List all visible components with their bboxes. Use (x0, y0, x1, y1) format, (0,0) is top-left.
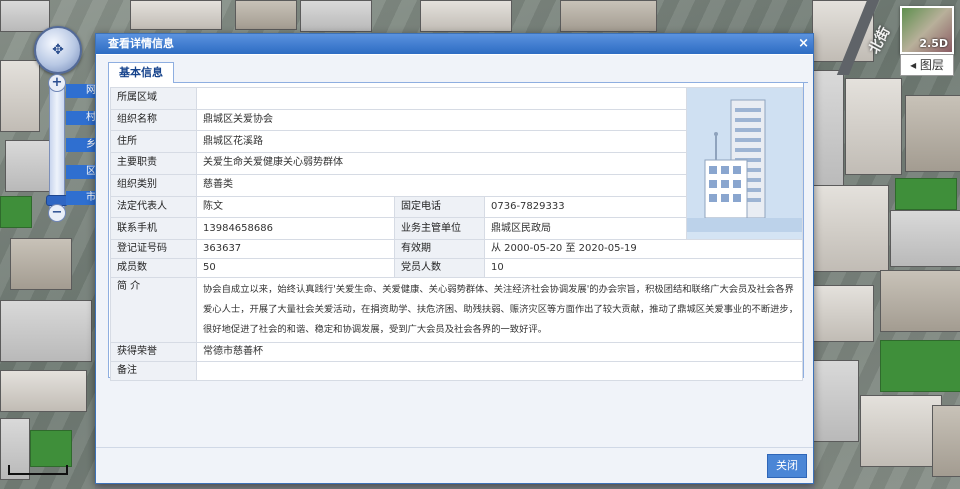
dialog-header[interactable]: 查看详情信息 × (96, 34, 813, 54)
field-label: 主要职责 (110, 152, 197, 175)
map-building (0, 60, 40, 132)
field-value: 鼎城区关爱协会 (195, 108, 688, 132)
table-row: 备注 (110, 361, 804, 381)
layer-button-label: 图层 (919, 58, 944, 72)
dialog-title: 查看详情信息 (108, 37, 174, 50)
field-label: 联系手机 (110, 217, 197, 240)
table-row: 登记证号码 363637 有效期 从 2000-05-20 至 2020-05-… (110, 239, 804, 259)
map-building (10, 238, 72, 290)
chevron-left-icon: ◂ (910, 58, 917, 72)
map-building (932, 405, 960, 477)
map-tree-area (895, 178, 957, 210)
field-value (195, 361, 804, 381)
map-building (5, 140, 52, 192)
field-label: 业务主管单位 (394, 217, 485, 240)
field-label: 所属区域 (110, 87, 197, 110)
field-value: 协会自成立以来，始终认真践行'关爱生命、关爱健康、关心弱势群体、关注经济社会协调… (195, 277, 804, 343)
field-label: 备注 (110, 361, 197, 381)
zoom-out-button[interactable]: − (48, 204, 66, 222)
map-building (880, 270, 960, 332)
detail-dialog: 查看详情信息 × 基本信息 所属区域 组织名称 鼎城区关爱协会 住所 鼎城区花溪… (95, 33, 814, 484)
map-building (905, 95, 960, 172)
field-value (195, 87, 688, 110)
table-row: 成员数 50 党员人数 10 (110, 258, 804, 278)
map-building (0, 300, 92, 362)
map-building (812, 285, 874, 342)
building-icon (687, 88, 802, 232)
zoom-in-button[interactable]: + (48, 74, 66, 92)
map-tree-area (30, 430, 72, 467)
compass-control[interactable]: ✥ (34, 26, 82, 74)
dialog-body: 基本信息 所属区域 组织名称 鼎城区关爱协会 住所 鼎城区花溪路 主要职责 关爱… (96, 55, 813, 447)
basic-info-panel: 所属区域 组织名称 鼎城区关爱协会 住所 鼎城区花溪路 主要职责 关爱生命关爱健… (108, 83, 804, 381)
table-row: 简 介 协会自成立以来，始终认真践行'关爱生命、关爱健康、关心弱势群体、关注经济… (110, 277, 804, 343)
map-building (845, 78, 902, 175)
map-building (130, 0, 222, 30)
field-value: 鼎城区花溪路 (195, 130, 688, 154)
field-value: 常德市慈善杯 (195, 342, 804, 362)
pan-arrows-icon: ✥ (52, 42, 64, 58)
map-building (812, 70, 844, 192)
close-button[interactable]: 关闭 (767, 454, 807, 478)
field-label: 组织类别 (110, 173, 197, 197)
table-row: 所属区域 (110, 87, 804, 240)
dialog-footer: 关闭 (96, 447, 813, 483)
info-table: 所属区域 组织名称 鼎城区关爱协会 住所 鼎城区花溪路 主要职责 关爱生命关爱健… (110, 87, 804, 381)
layer-button[interactable]: ◂ 图层 (900, 54, 954, 76)
field-value: 慈善类 (195, 173, 688, 197)
field-value: 13984658686 (196, 217, 395, 240)
field-value: 10 (483, 258, 804, 278)
field-value: 50 (196, 258, 395, 278)
field-label: 有效期 (394, 239, 485, 259)
close-icon[interactable]: × (798, 34, 809, 54)
map-building (420, 0, 512, 32)
field-label: 法定代表人 (110, 195, 197, 219)
field-label: 获得荣誉 (110, 342, 197, 362)
map-building (812, 360, 859, 442)
field-value: 363637 (196, 239, 395, 259)
map-tree-area (0, 196, 32, 228)
tab-basic-info[interactable]: 基本信息 (108, 62, 174, 84)
field-label: 简 介 (110, 277, 197, 343)
map-building (812, 185, 889, 272)
map-tree-area (880, 340, 960, 392)
organization-photo (686, 87, 804, 240)
view-mode-label: 2.5D (919, 37, 948, 50)
field-value: 从 2000-05-20 至 2020-05-19 (483, 239, 804, 259)
field-label: 固定电话 (394, 195, 485, 219)
field-label: 住所 (110, 130, 197, 154)
field-value: 0736-7829333 (483, 195, 688, 219)
map-building (860, 395, 942, 467)
scale-bar (8, 465, 68, 475)
map-building (0, 370, 87, 412)
field-value: 关爱生命关爱健康关心弱势群体 (195, 152, 688, 175)
field-label: 党员人数 (394, 258, 485, 278)
map-building (890, 210, 960, 267)
tab-bar: 基本信息 (108, 62, 808, 84)
map-building (560, 0, 657, 32)
map-building (300, 0, 372, 32)
field-value: 鼎城区民政局 (483, 217, 688, 240)
field-label: 成员数 (110, 258, 197, 278)
table-row: 获得荣誉 常德市慈善杯 (110, 342, 804, 362)
field-label: 登记证号码 (110, 239, 197, 259)
field-label: 组织名称 (110, 108, 197, 132)
view-mode-toggle[interactable]: 2.5D (900, 6, 954, 54)
zoom-slider[interactable] (49, 78, 65, 214)
map-building (235, 0, 297, 30)
field-value: 陈文 (196, 195, 395, 219)
